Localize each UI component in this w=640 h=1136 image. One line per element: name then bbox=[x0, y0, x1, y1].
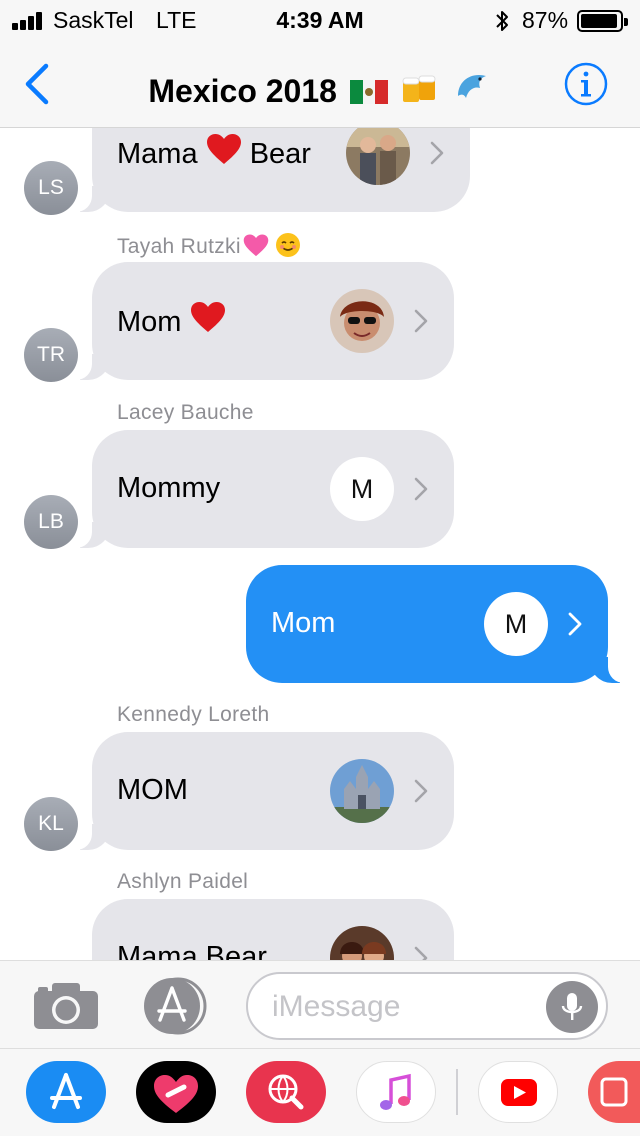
contact-card-bubble[interactable]: Mommy M bbox=[70, 430, 454, 548]
bluetooth-icon bbox=[496, 11, 508, 31]
avatar[interactable]: KL bbox=[24, 797, 78, 851]
app-store-app[interactable] bbox=[26, 1061, 106, 1123]
youtube-app[interactable] bbox=[478, 1061, 558, 1123]
contact-card-bubble[interactable]: Mom bbox=[70, 262, 454, 380]
microphone-button[interactable] bbox=[546, 981, 598, 1033]
drawer-divider bbox=[456, 1069, 458, 1115]
chevron-right-icon bbox=[430, 141, 444, 165]
sender-name: Lacey Bauche bbox=[117, 401, 254, 424]
app-icon bbox=[600, 1077, 628, 1107]
heart-icon bbox=[154, 1075, 198, 1113]
smiling-face-emoji bbox=[275, 233, 300, 257]
dolphin-emoji bbox=[457, 74, 486, 98]
app-store-icon[interactable] bbox=[140, 977, 212, 1035]
contact-photo bbox=[330, 926, 394, 960]
contact-card-name: Mom bbox=[271, 607, 336, 639]
avatar[interactable]: TR bbox=[24, 328, 78, 382]
compose-bar bbox=[0, 960, 640, 1048]
info-icon[interactable] bbox=[563, 61, 609, 107]
music-note-icon bbox=[380, 1073, 411, 1110]
sender-name: Tayah Rutzki bbox=[117, 232, 301, 260]
contact-card-bubble[interactable]: Mama Bear bbox=[70, 128, 470, 212]
contact-photo bbox=[330, 759, 394, 823]
app-store-icon bbox=[50, 1073, 82, 1109]
conversation-title-text: Mexico 2018 bbox=[148, 73, 337, 109]
contact-card-name: Mom bbox=[117, 302, 226, 340]
digital-touch-app[interactable] bbox=[136, 1061, 216, 1123]
contact-monogram: M bbox=[330, 457, 394, 521]
images-search-app[interactable] bbox=[246, 1061, 326, 1123]
avatar[interactable]: LS bbox=[24, 161, 78, 215]
message-input[interactable] bbox=[272, 986, 532, 1028]
conversation-header: Mexico 2018 bbox=[0, 40, 640, 128]
beer-mugs-emoji bbox=[402, 75, 436, 102]
avatar[interactable]: LB bbox=[24, 495, 78, 549]
partial-app[interactable] bbox=[588, 1061, 640, 1123]
chevron-right-icon bbox=[414, 946, 428, 960]
microphone-icon bbox=[561, 993, 583, 1020]
battery-icon bbox=[577, 10, 628, 32]
contact-monogram: M bbox=[484, 592, 548, 656]
conversation-title[interactable]: Mexico 2018 bbox=[0, 66, 640, 110]
contact-card-bubble[interactable]: Mama Bear bbox=[92, 899, 454, 960]
message-thread[interactable]: Mama Bear LS Tayah Rutzki Mom TR Lacey B… bbox=[0, 128, 640, 960]
camera-icon[interactable] bbox=[32, 981, 100, 1031]
pink-heart-emoji bbox=[243, 234, 269, 257]
contact-photo bbox=[346, 128, 410, 185]
status-bar: SaskTel LTE 4:39 AM 87% bbox=[0, 0, 640, 40]
contact-photo bbox=[330, 289, 394, 353]
battery-percent: 87% bbox=[522, 7, 569, 33]
globe-search-icon bbox=[268, 1074, 304, 1110]
youtube-icon bbox=[501, 1079, 537, 1106]
sender-name: Kennedy Loreth bbox=[117, 703, 270, 726]
chevron-right-icon bbox=[568, 612, 582, 636]
contact-card-name: Mama Bear bbox=[117, 941, 267, 960]
outgoing-contact-card-bubble[interactable]: Mom M bbox=[246, 565, 630, 683]
red-heart-emoji bbox=[206, 134, 241, 164]
mexico-flag-emoji bbox=[349, 80, 388, 104]
chevron-right-icon bbox=[414, 779, 428, 803]
sender-name: Ashlyn Paidel bbox=[117, 870, 249, 893]
red-heart-emoji bbox=[190, 302, 225, 332]
contact-card-bubble[interactable]: MOM bbox=[70, 732, 454, 850]
imessage-field[interactable] bbox=[246, 972, 608, 1040]
contact-card-name: Mama Bear bbox=[117, 134, 311, 172]
chevron-right-icon bbox=[414, 477, 428, 501]
contact-card-name: Mommy bbox=[117, 472, 221, 504]
chevron-right-icon bbox=[414, 309, 428, 333]
music-app[interactable] bbox=[356, 1061, 436, 1123]
app-drawer bbox=[0, 1048, 640, 1136]
contact-card-name: MOM bbox=[117, 774, 188, 806]
